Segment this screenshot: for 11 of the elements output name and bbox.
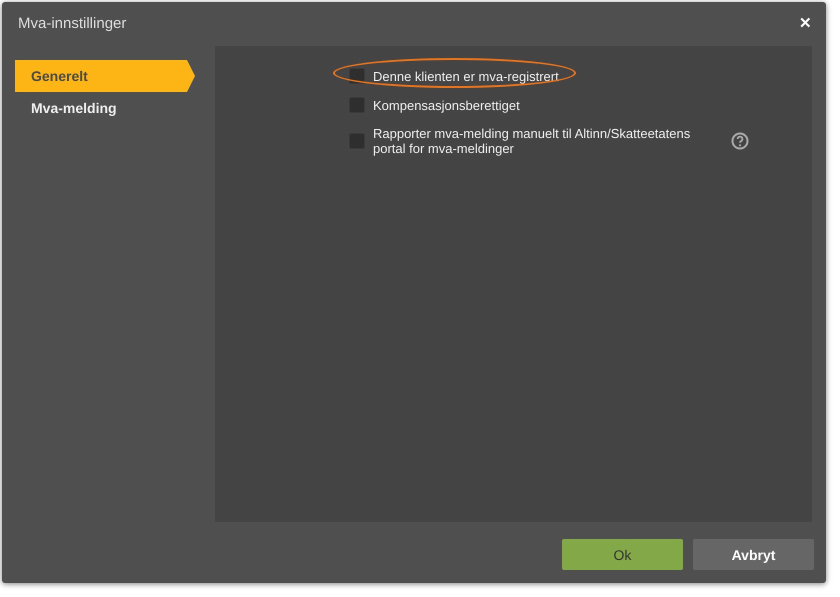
close-button[interactable]: ✕ [799, 14, 812, 32]
checkbox-label: Rapporter mva-melding manuelt til Altinn/Skatteetatens portal for mva-meldinger [373, 126, 692, 156]
sidebar-item[interactable]: Mva-melding [15, 92, 195, 124]
ok-button[interactable]: Ok [562, 539, 683, 570]
checkbox-label: Denne klienten er mva-registrert [373, 68, 560, 84]
help-icon[interactable] [731, 132, 749, 150]
checkbox[interactable] [349, 68, 365, 84]
cancel-button[interactable]: Avbryt [693, 539, 814, 570]
checkbox-label: Kompensasjonsberettiget [373, 98, 521, 112]
sidebar-item[interactable]: Generelt [15, 60, 195, 92]
window-title: Mva-innstillinger [18, 14, 126, 32]
